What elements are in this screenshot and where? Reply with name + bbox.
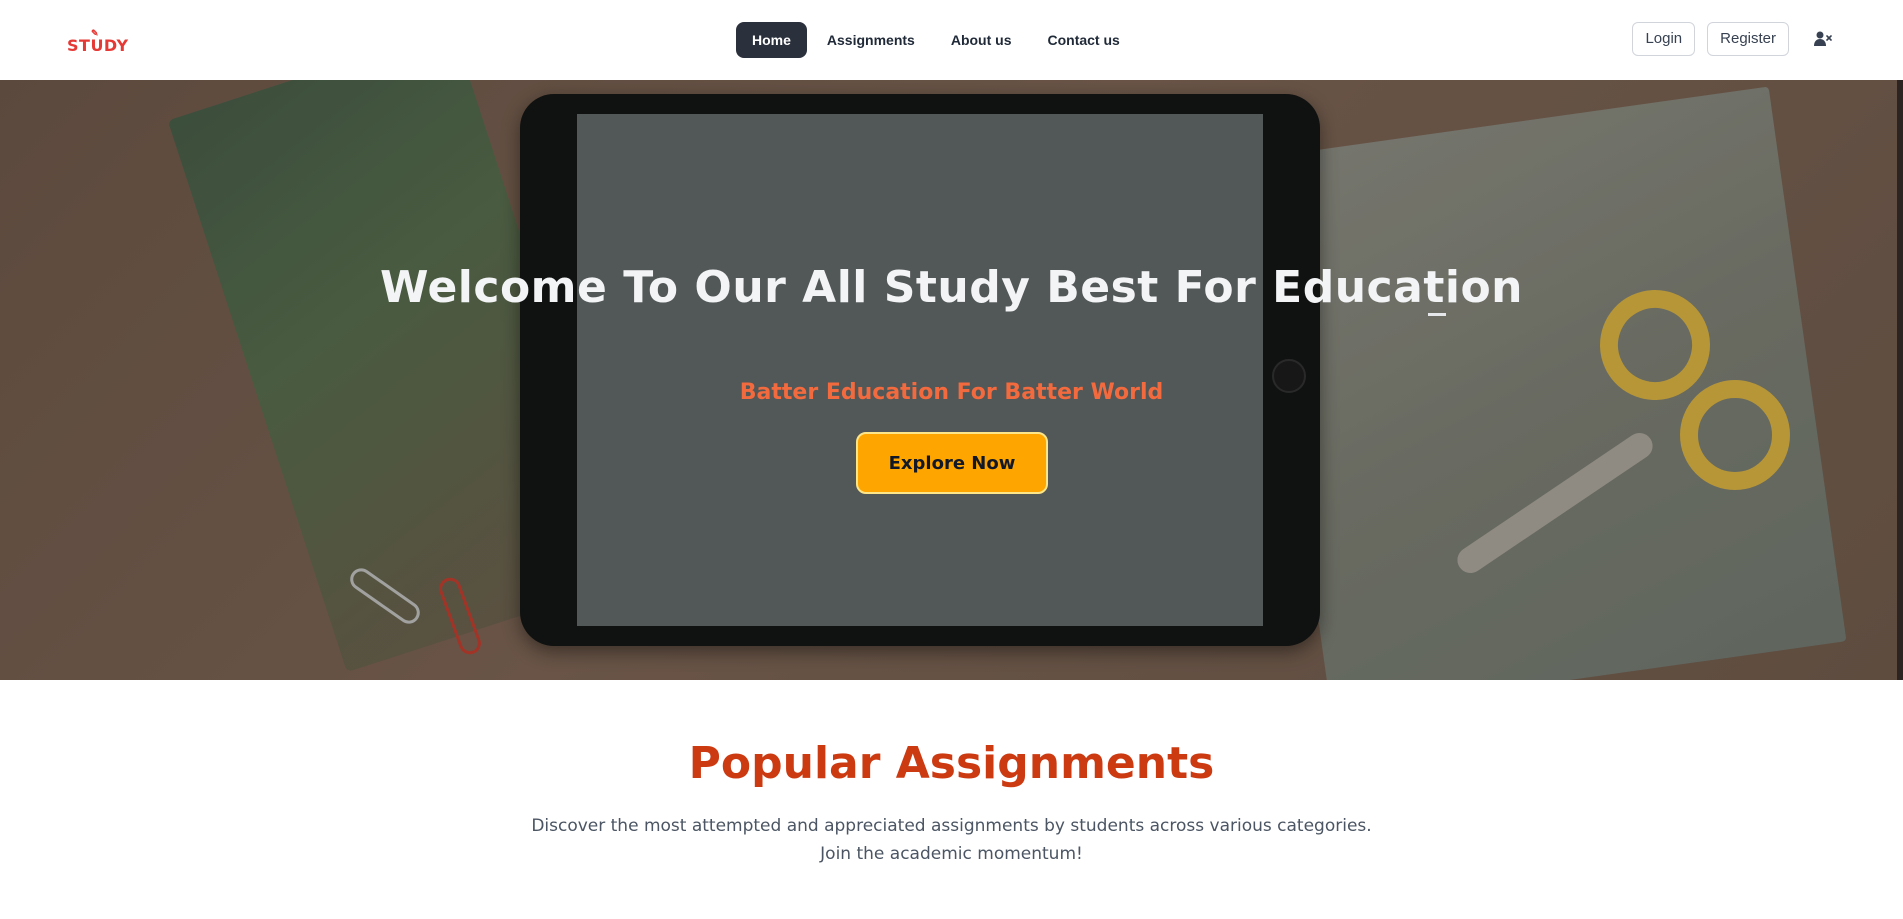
nav-link-assignments[interactable]: Assignments <box>811 22 931 58</box>
nav-link-home[interactable]: Home <box>736 22 807 58</box>
user-x-icon[interactable] <box>1813 29 1833 49</box>
auth-controls: Login Register <box>1620 22 1833 56</box>
typing-cursor <box>1428 313 1446 316</box>
section-description-line: Join the academic momentum! <box>820 844 1083 864</box>
hero-subtitle: Batter Education For Batter World <box>739 380 1164 405</box>
logo-text: STUDY <box>67 36 129 55</box>
hero-title: Welcome To Our All Study Best For Educat… <box>379 262 1523 313</box>
section-description: Discover the most attempted and apprecia… <box>0 812 1903 868</box>
section-description-line: Discover the most attempted and apprecia… <box>531 816 1372 836</box>
register-button[interactable]: Register <box>1707 22 1789 56</box>
hero-banner: Welcome To Our All Study Best For Educat… <box>0 80 1903 680</box>
navbar: ✎ STUDY Home Assignments About us Contac… <box>0 0 1903 80</box>
main-nav: Home Assignments About us Contact us <box>736 22 1140 58</box>
nav-link-contact-us[interactable]: Contact us <box>1031 22 1135 58</box>
logo[interactable]: ✎ STUDY <box>67 28 129 55</box>
login-button[interactable]: Login <box>1632 22 1696 56</box>
section-title: Popular Assignments <box>688 738 1215 789</box>
explore-now-button[interactable]: Explore Now <box>856 432 1048 494</box>
nav-link-about-us[interactable]: About us <box>935 22 1028 58</box>
